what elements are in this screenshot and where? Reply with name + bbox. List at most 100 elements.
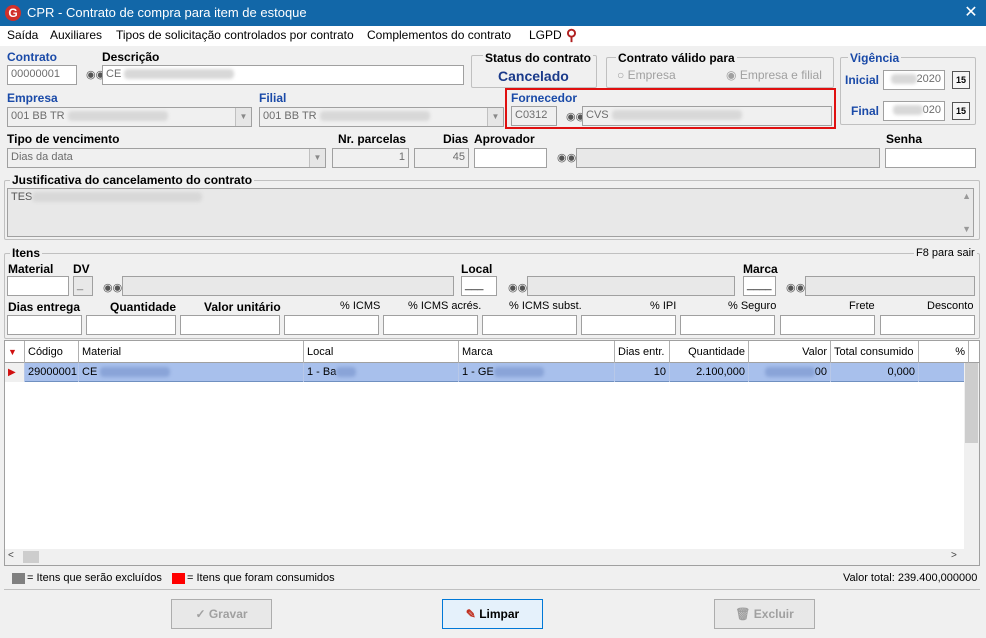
contrato-input[interactable]: 00000001 [7,65,77,85]
calendar-icon[interactable]: 15 [952,102,970,120]
empresa-select[interactable]: 001 BB TR ▼ [7,107,252,127]
col-dias-entr[interactable]: Dias entr. [615,341,670,363]
excluir-label: Excluir [753,607,794,621]
senha-label: Senha [886,132,923,146]
material-name-input [122,276,454,296]
menu-complementos[interactable]: Complementos do contrato [367,28,511,42]
redacted-text [890,74,917,85]
frete-input[interactable] [780,315,875,335]
local-input[interactable]: ___ [461,276,497,296]
scroll-left-icon[interactable]: < [8,550,14,561]
final-input[interactable]: 020 [883,101,945,121]
material-label: Material [8,262,54,276]
senha-input[interactable] [885,148,976,168]
col-valor[interactable]: Valor [749,341,831,363]
items-grid[interactable]: ▼ Código Material Local Marca Dias entr.… [4,340,980,566]
dias-input[interactable]: 45 [414,148,469,168]
seguro-input[interactable] [680,315,775,335]
justificativa-textarea[interactable]: TES ▲ ▼ [7,188,974,237]
radio-empty-icon: ○ [617,68,625,82]
tipo-vencimento-select[interactable]: Dias da data ▼ [7,148,326,168]
close-icon[interactable]: ✕ [960,2,982,24]
redacted-text [100,367,171,378]
inicial-input[interactable]: 2020 [883,70,945,90]
quantidade-input[interactable] [86,315,176,335]
limpar-label: Limpar [479,607,520,621]
app-logo-icon: G [5,5,21,21]
itens-label: Itens [10,246,43,260]
col-quantidade[interactable]: Quantidade [670,341,749,363]
binoculars-icon[interactable]: ◉◉ [103,281,122,294]
search-icon[interactable]: ⚲ [566,26,577,44]
cell-codigo: 29000001 [25,363,79,382]
desconto-label: Desconto [927,300,974,312]
radio-empresa-filial[interactable]: ◉ Empresa e filial [726,68,822,82]
fornecedor-code-input[interactable]: C0312 [511,106,557,126]
menu-auxiliares[interactable]: Auxiliares [50,28,102,42]
table-row[interactable]: ▶ 29000001 CE 1 - Ba 1 - GE 10 2.100,000… [5,363,965,382]
status-label: Status do contrato [483,51,594,65]
fornecedor-name-input[interactable]: CVS [582,106,832,126]
legend-excluidos: = Itens que serão excluídos [27,572,162,584]
descricao-input[interactable]: CE [102,65,464,85]
scroll-thumb[interactable] [23,551,39,563]
horizontal-scrollbar[interactable]: < > [5,549,979,565]
limpar-button[interactable]: ✎ Limpar [442,599,543,629]
binoculars-icon[interactable]: ◉◉ [557,151,576,164]
filial-select[interactable]: 001 BB TR ▼ [259,107,504,127]
scroll-thumb[interactable] [965,363,978,443]
marca-input[interactable]: ____ [743,276,776,296]
dias-entrega-input[interactable] [7,315,82,335]
valido-para-label: Contrato válido para [616,51,737,65]
col-codigo[interactable]: Código [25,341,79,363]
status-value: Cancelado [498,68,569,84]
ipi-input[interactable] [581,315,676,335]
menu-saida[interactable]: Saída [7,28,38,42]
col-percent[interactable]: % [919,341,969,363]
descricao-label: Descrição [102,50,160,64]
gravar-button[interactable]: ✓ Gravar [171,599,272,629]
nr-parcelas-input[interactable]: 1 [332,148,409,168]
cell-marca: 1 - GE [459,363,615,382]
marca-name-input [805,276,975,296]
icms-subst-input[interactable] [482,315,577,335]
scroll-right-icon[interactable]: > [951,550,957,561]
col-marca[interactable]: Marca [459,341,615,363]
material-input[interactable] [7,276,69,296]
icms-subst-label: % ICMS subst. [509,300,582,312]
scroll-up-icon[interactable]: ▲ [962,191,971,201]
divider [4,589,980,590]
vertical-scrollbar[interactable] [964,363,979,549]
col-total-consumido[interactable]: Total consumido [831,341,919,363]
f8-hint: F8 para sair [914,247,977,259]
col-material[interactable]: Material [79,341,304,363]
radio-empresa[interactable]: ○ Empresa [617,68,676,82]
vigencia-label: Vigência [848,51,902,65]
title-bar: G CPR - Contrato de compra para item de … [0,0,986,26]
scroll-down-icon[interactable]: ▼ [962,224,971,234]
menu-lgpd[interactable]: LGPD [529,28,562,42]
nr-parcelas-label: Nr. parcelas [338,132,407,146]
eraser-icon: ✎ [465,607,476,621]
calendar-icon[interactable]: 15 [952,71,970,89]
cell-marca-value: 1 - GE [462,366,494,378]
gravar-label: Gravar [208,607,248,621]
redacted-text [892,105,923,116]
binoculars-icon[interactable]: ◉◉ [786,281,805,294]
valor-total: Valor total: 239.400,000000 [843,572,978,584]
seguro-label: % Seguro [728,300,777,312]
binoculars-icon[interactable]: ◉◉ [508,281,527,294]
icms-acres-input[interactable] [383,315,478,335]
icms-label: % ICMS [340,300,381,312]
tipo-vencimento-label: Tipo de vencimento [7,132,120,146]
aprovador-input[interactable] [474,148,547,168]
trash-icon: 🗑 [735,607,751,621]
desconto-input[interactable] [880,315,975,335]
col-local[interactable]: Local [304,341,459,363]
excluir-button[interactable]: 🗑 Excluir [714,599,815,629]
icms-acres-label: % ICMS acrés. [408,300,482,312]
valor-unitario-input[interactable] [180,315,280,335]
icms-input[interactable] [284,315,379,335]
sort-indicator-icon[interactable]: ▼ [5,341,25,363]
menu-tipos-solicitacao[interactable]: Tipos de solicitação controlados por con… [116,28,354,42]
